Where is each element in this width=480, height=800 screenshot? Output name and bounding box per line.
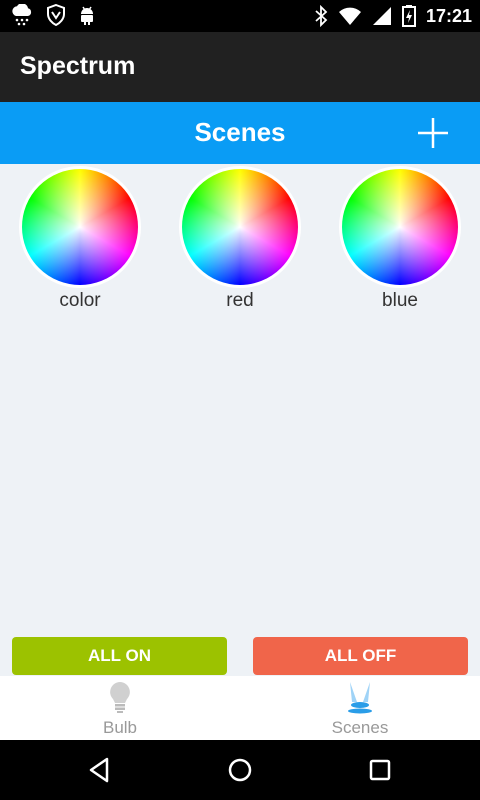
android-icon bbox=[81, 6, 93, 25]
recents-icon[interactable] bbox=[365, 755, 395, 785]
bottom-tab-bar: Bulb Scenes bbox=[0, 676, 480, 740]
wifi-icon: ? bbox=[338, 7, 361, 26]
status-time: 17:21 bbox=[425, 5, 472, 26]
status-left-icons bbox=[10, 4, 96, 26]
svg-text:?: ? bbox=[354, 17, 359, 26]
bulb-icon bbox=[110, 682, 130, 713]
tab-label: Bulb bbox=[102, 718, 138, 737]
status-right-icons: ? 17:21 bbox=[314, 4, 472, 28]
plus-icon bbox=[418, 118, 448, 148]
scene-item-red[interactable]: red bbox=[160, 164, 320, 324]
tab-bulb[interactable]: Bulb bbox=[0, 676, 240, 740]
cloud-rain-icon bbox=[12, 4, 32, 26]
page-title: Scenes bbox=[194, 117, 286, 147]
tab-scenes[interactable]: Scenes bbox=[240, 676, 480, 740]
action-bar: Spectrum bbox=[0, 32, 480, 102]
app-title: Spectrum bbox=[20, 52, 136, 80]
scenes-header: Scenes bbox=[0, 102, 480, 164]
color-wheel-icon[interactable] bbox=[179, 166, 301, 288]
shield-icon bbox=[47, 4, 65, 26]
signal-icon bbox=[372, 7, 391, 25]
add-scene-button[interactable] bbox=[416, 116, 450, 150]
scene-grid: color red blue bbox=[0, 164, 480, 676]
color-wheel-icon[interactable] bbox=[339, 166, 461, 288]
all-off-button[interactable]: ALL OFF bbox=[253, 637, 468, 675]
scene-item-blue[interactable]: blue bbox=[320, 164, 480, 324]
back-icon[interactable] bbox=[85, 755, 115, 785]
tab-label: Scenes bbox=[331, 718, 389, 737]
scene-label: red bbox=[226, 290, 254, 311]
system-nav-bar bbox=[0, 740, 480, 800]
battery-icon bbox=[401, 5, 416, 27]
bluetooth-icon bbox=[315, 5, 328, 27]
scene-label: color bbox=[59, 290, 101, 311]
home-icon[interactable] bbox=[225, 755, 255, 785]
scene-item-color[interactable]: color bbox=[0, 164, 160, 324]
scene-label: blue bbox=[382, 290, 418, 311]
color-wheel-icon[interactable] bbox=[19, 166, 141, 288]
all-on-button[interactable]: ALL ON bbox=[12, 637, 227, 675]
scenes-icon bbox=[348, 682, 372, 714]
status-bar: ? 17:21 bbox=[0, 0, 480, 32]
